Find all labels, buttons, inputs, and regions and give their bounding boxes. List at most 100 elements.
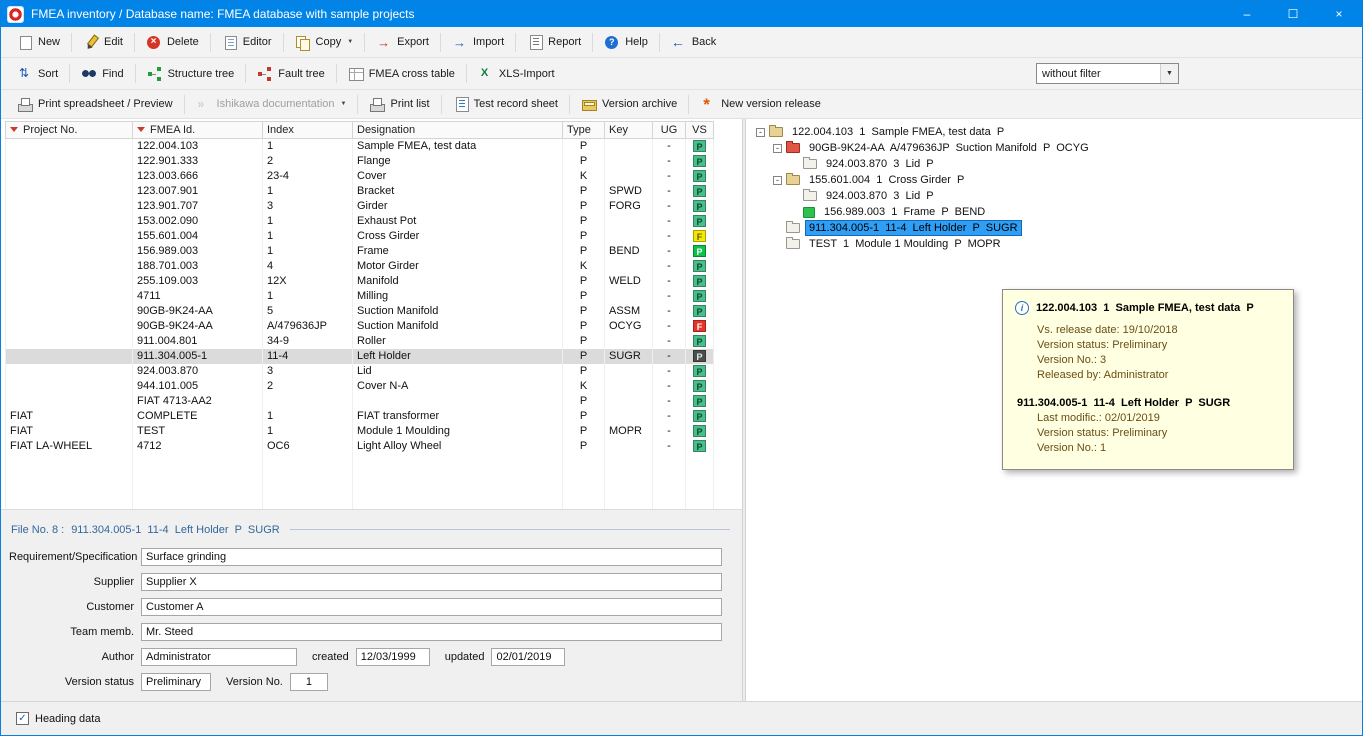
column-header-fmea-id[interactable]: FMEA Id. (132, 121, 263, 139)
xls-import-button[interactable]: XLS-Import (469, 62, 564, 85)
tree-item[interactable]: - 90GB-9K24-AA A/479636JP Suction Manifol… (752, 140, 1362, 156)
new-button[interactable]: New (8, 31, 69, 54)
tree-item[interactable]: 924.003.870 3 Lid P (752, 156, 1362, 172)
table-row[interactable] (5, 453, 714, 469)
toolbar-separator (658, 32, 660, 52)
table-row[interactable]: 155.601.004 1 Cross Girder P - F (5, 228, 714, 244)
version-status-input[interactable] (141, 672, 211, 691)
table-row[interactable]: 122.901.333 2 Flange P - P (5, 153, 714, 169)
team-member-input[interactable] (141, 622, 722, 641)
heading-data-checkbox[interactable] (16, 712, 29, 725)
dropdown-arrow-icon[interactable] (341, 101, 347, 107)
table-row[interactable]: 122.004.103 1 Sample FMEA, test data P - P (5, 138, 714, 154)
vs-badge: P (693, 304, 706, 317)
column-header-key[interactable]: Key (604, 121, 653, 139)
table-row[interactable]: FIAT 4713-AA2 P - P (5, 393, 714, 409)
delete-button[interactable]: Delete (137, 31, 208, 54)
print-spreadsheet-preview-button[interactable]: Print spreadsheet / Preview (8, 93, 182, 116)
table-row[interactable] (5, 468, 714, 484)
collapse-icon[interactable]: - (773, 143, 782, 153)
tree-item[interactable]: 911.304.005-1 11-4 Left Holder P SUGR (752, 220, 1362, 236)
cell-index (262, 393, 353, 409)
cell-id: 156.989.003 (132, 243, 263, 259)
requirement-input[interactable] (141, 547, 722, 566)
tree-item[interactable]: - 122.004.103 1 Sample FMEA, test data P (752, 124, 1362, 140)
table-row[interactable]: FIAT COMPLETE 1 FIAT transformer P - P (5, 408, 714, 424)
minimize-button[interactable]: – (1224, 1, 1270, 27)
button-label: Editor (242, 36, 272, 48)
print-list-button[interactable]: Print list (360, 93, 438, 116)
structure-tree-button[interactable]: Structure tree (138, 62, 244, 85)
cell-designation: Module 1 Moulding (352, 423, 563, 439)
table-row[interactable] (5, 498, 714, 509)
table-row[interactable]: 255.109.003 12X Manifold P WELD - P (5, 273, 714, 289)
updated-date-input[interactable] (491, 647, 566, 666)
table-row[interactable]: 188.701.003 4 Motor Girder K - P (5, 258, 714, 274)
ishikawa-documentation-button[interactable]: Ishikawa documentation (187, 93, 356, 116)
new-version-release-button[interactable]: New version release (691, 93, 830, 116)
supplier-input[interactable] (141, 572, 722, 591)
table-row[interactable]: 123.003.666 23-4 Cover K - P (5, 168, 714, 184)
customer-input[interactable] (141, 597, 722, 616)
requirement-row: Requirement/Specification (9, 547, 736, 566)
cell-key (604, 378, 653, 394)
column-header-designation[interactable]: Designation (352, 121, 563, 139)
table-row[interactable]: 156.989.003 1 Frame P BEND - P (5, 243, 714, 259)
author-input[interactable] (141, 647, 297, 666)
version-archive-button[interactable]: Version archive (572, 93, 686, 116)
test-record-sheet-button[interactable]: Test record sheet (444, 93, 567, 116)
table-row[interactable]: 924.003.870 3 Lid P - P (5, 363, 714, 379)
filter-combobox[interactable]: without filter (1036, 63, 1179, 84)
report-button[interactable]: Report (518, 31, 590, 54)
table-row[interactable]: FIAT LA-WHEEL 4712 OC6 Light Alloy Wheel P - P (5, 438, 714, 454)
table-row[interactable]: 123.901.707 3 Girder P FORG - P (5, 198, 714, 214)
fmea-cross-table-button[interactable]: FMEA cross table (339, 62, 464, 85)
table-row[interactable]: FIAT TEST 1 Module 1 Moulding P MOPR - P (5, 423, 714, 439)
column-header-ug[interactable]: UG (652, 121, 686, 139)
sort-button[interactable]: Sort (8, 62, 67, 85)
column-header-project-no[interactable]: Project No. (5, 121, 133, 139)
editor-button[interactable]: Editor (213, 31, 281, 54)
find-button[interactable]: Find (72, 62, 132, 85)
table-row[interactable]: 90GB-9K24-AA 5 Suction Manifold P ASSM - P (5, 303, 714, 319)
collapse-icon[interactable]: - (773, 175, 782, 185)
table-row[interactable]: 911.004.801 34-9 Roller P - P (5, 333, 714, 349)
column-header-vs[interactable]: VS (685, 121, 714, 139)
table-row[interactable]: 123.007.901 1 Bracket P SPWD - P (5, 183, 714, 199)
close-button[interactable]: × (1316, 1, 1362, 27)
fmea-tree: -122.004.103 1 Sample FMEA, test data P-… (752, 124, 1362, 252)
table-row[interactable]: 153.002.090 1 Exhaust Pot P - P (5, 213, 714, 229)
back-button[interactable]: Back (662, 31, 725, 54)
collapse-icon[interactable]: - (756, 127, 765, 137)
table-row[interactable]: 4711 1 Milling P - P (5, 288, 714, 304)
table-row[interactable]: 911.304.005-1 11-4 Left Holder P SUGR - P (5, 348, 714, 364)
column-header-type[interactable]: Type (562, 121, 605, 139)
cell-designation: Manifold (352, 273, 563, 289)
tooltip-line: Version No.: 3 (1037, 354, 1107, 366)
table-row[interactable]: 90GB-9K24-AA A/479636JP Suction Manifold P O… (5, 318, 714, 334)
import-button[interactable]: Import (443, 31, 513, 54)
cell-type: P (562, 393, 605, 409)
created-date-input[interactable] (355, 647, 430, 666)
tree-item[interactable]: 924.003.870 3 Lid P (752, 188, 1362, 204)
help-button[interactable]: Help (595, 31, 657, 54)
table-row[interactable] (5, 483, 714, 499)
column-header-index[interactable]: Index (262, 121, 353, 139)
toolbar-separator (335, 64, 337, 83)
cell-designation: Suction Manifold (352, 318, 563, 334)
chevron-down-icon[interactable] (1160, 64, 1178, 83)
dropdown-arrow-icon[interactable] (347, 39, 353, 45)
tree-item[interactable]: - 155.601.004 1 Cross Girder P (752, 172, 1362, 188)
copy-button[interactable]: Copy (286, 31, 363, 54)
maximize-button[interactable]: ☐ (1270, 1, 1316, 27)
version-no-input[interactable] (289, 672, 328, 691)
fault-tree-button[interactable]: Fault tree (248, 62, 333, 85)
tooltip-subtitle: 911.304.005-1 11-4 Left Holder P SUGR (1017, 397, 1231, 409)
tree-item[interactable]: TEST 1 Module 1 Moulding P MOPR (752, 236, 1362, 252)
export-button[interactable]: Export (367, 31, 438, 54)
filter-funnel-icon[interactable] (137, 127, 145, 132)
table-row[interactable]: 944.101.005 2 Cover N-A K - P (5, 378, 714, 394)
filter-funnel-icon[interactable] (10, 127, 18, 132)
edit-button[interactable]: Edit (74, 31, 132, 54)
tree-item[interactable]: 156.989.003 1 Frame P BEND (752, 204, 1362, 220)
